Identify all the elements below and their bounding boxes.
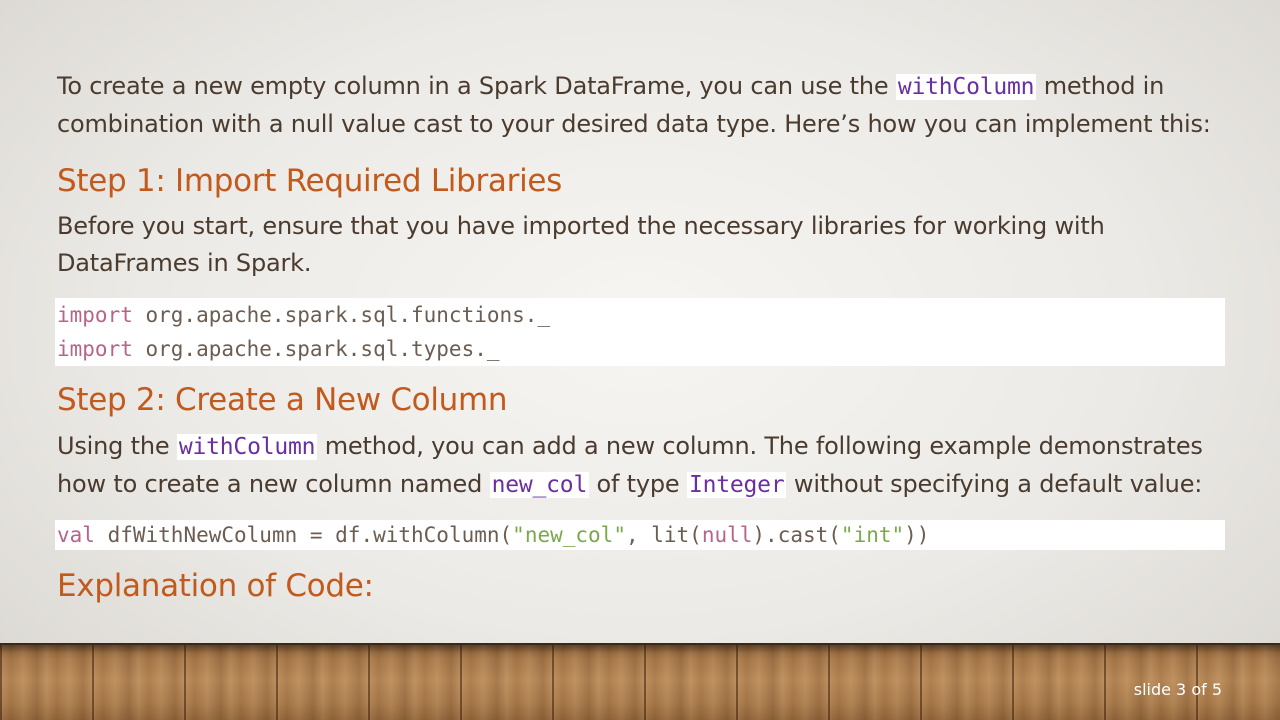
code-text: dfWithNewColumn = df.withColumn( — [94, 523, 513, 547]
step2-text-part3: of type — [589, 470, 687, 498]
code-line: val dfWithNewColumn = df.withColumn("new… — [57, 520, 1225, 550]
step2-code-block: val dfWithNewColumn = df.withColumn("new… — [55, 520, 1225, 550]
slide-number: slide 3 of 5 — [1133, 680, 1222, 699]
code-string: "int" — [840, 523, 905, 547]
step1-code-block: import org.apache.spark.sql.functions._ … — [55, 298, 1225, 366]
code-text: org.apache.spark.sql.types._ — [132, 337, 500, 361]
step2-text-part4: without specifying a default value: — [786, 470, 1203, 498]
code-text: org.apache.spark.sql.functions._ — [132, 303, 551, 327]
step2-inline-code-withcolumn: withColumn — [176, 434, 318, 460]
step2-paragraph: Using the withColumn method, you can add… — [57, 428, 1237, 504]
explanation-heading: Explanation of Code: — [57, 568, 374, 604]
code-line: import org.apache.spark.sql.functions._ — [57, 298, 1225, 332]
code-keyword: import — [57, 337, 133, 361]
code-keyword: import — [57, 303, 133, 327]
floor-shadow — [0, 643, 1280, 653]
step2-heading: Step 2: Create a New Column — [57, 382, 508, 418]
intro-text-part1: To create a new empty column in a Spark … — [57, 72, 896, 100]
code-text: , lit( — [625, 523, 702, 547]
step1-heading: Step 1: Import Required Libraries — [57, 163, 563, 199]
code-text: )) — [904, 523, 930, 547]
step2-inline-code-newcol: new_col — [489, 472, 590, 498]
slide: To create a new empty column in a Spark … — [0, 0, 1280, 720]
code-keyword: val — [57, 523, 95, 547]
intro-paragraph: To create a new empty column in a Spark … — [57, 68, 1237, 143]
code-line: import org.apache.spark.sql.types._ — [57, 332, 1225, 366]
wood-floor — [0, 643, 1280, 720]
code-string: "new_col" — [512, 523, 626, 547]
intro-inline-code: withColumn — [895, 74, 1037, 100]
code-text: ).cast( — [752, 523, 841, 547]
code-null: null — [701, 523, 753, 547]
step2-inline-code-integer: Integer — [686, 472, 787, 498]
step1-paragraph: Before you start, ensure that you have i… — [57, 212, 1105, 277]
step2-text-part1: Using the — [57, 432, 177, 460]
